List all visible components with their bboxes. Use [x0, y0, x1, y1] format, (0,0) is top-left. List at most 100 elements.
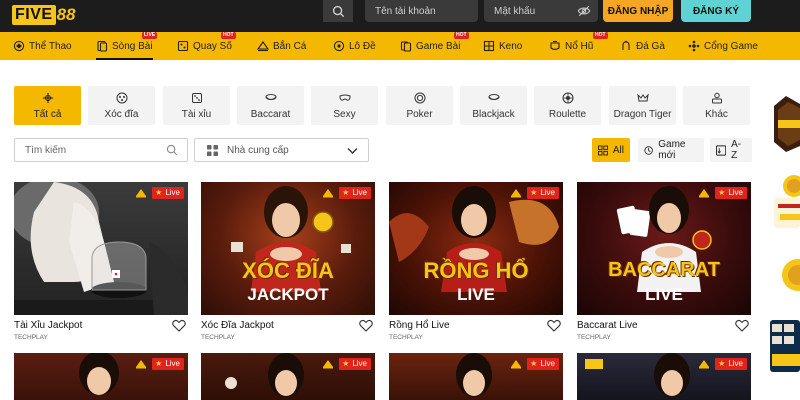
provider-select[interactable]: Nhà cung cấp [194, 138, 369, 162]
site-logo[interactable]: FIVE 88 [12, 3, 75, 27]
eye-slash-icon[interactable] [577, 4, 591, 18]
nav-item-label: Lô Đề [349, 40, 376, 52]
game-card[interactable]: ★ Live [389, 353, 563, 400]
logo-number: 88 [56, 5, 76, 24]
promo-graphic [774, 175, 800, 228]
game-title[interactable]: Baccarat Live [577, 320, 638, 331]
search-icon[interactable] [166, 144, 178, 156]
nav-item-label: Keno [499, 40, 523, 52]
live-badge: ★ Live [152, 187, 184, 199]
game-card[interactable]: XÓC ĐĨA JACKPOT ★ Live Xóc Đĩa Jackpot TE… [201, 182, 375, 342]
bell-icon [699, 360, 710, 369]
hot-tag: HOT [454, 32, 469, 39]
nav-item-number[interactable]: Lô Đề [333, 32, 376, 60]
sport-icon [13, 40, 25, 52]
promo-banner-3[interactable] [768, 255, 800, 295]
game-thumbnail[interactable]: XÓC ĐĨA JACKPOT ★ Live [201, 182, 375, 315]
game-title[interactable]: Xóc Đĩa Jackpot [201, 320, 274, 331]
star-icon: ★ [155, 188, 163, 197]
casino-icon [97, 40, 108, 52]
heart-icon[interactable] [172, 319, 186, 332]
sort-all-button[interactable]: All [592, 138, 630, 162]
nav-item-rooster[interactable]: Đá Gà [620, 32, 665, 60]
gate-icon [688, 40, 700, 52]
promo-graphic [782, 259, 800, 291]
cards-icon [400, 41, 412, 52]
nav-item-lottery[interactable]: Quay Số HOT [177, 32, 236, 60]
thumbnail-subtitle: LIVE [645, 285, 683, 304]
promo-banner-4[interactable] [768, 318, 800, 374]
filter-tab-label: Poker [406, 108, 433, 120]
thumbnail-subtitle: JACKPOT [247, 285, 329, 304]
game-card[interactable]: BACCARAT LIVE ★ Live Baccarat Live TECHPL… [577, 182, 751, 342]
live-badge: ★ Live [715, 187, 747, 199]
filter-tab-blackjack[interactable]: Blackjack [460, 86, 527, 125]
game-title[interactable]: Tài Xỉu Jackpot [14, 320, 82, 331]
heart-icon[interactable] [735, 319, 749, 332]
live-badge: ★ Live [715, 358, 747, 370]
game-provider: TECHPLAY [389, 334, 423, 341]
game-thumbnail[interactable]: BACCARAT LIVE ★ Live [577, 182, 751, 315]
nav-item-gate[interactable]: Cổng Game [688, 32, 758, 60]
sort-new-button[interactable]: Game mới [638, 138, 704, 162]
nav-item-keno[interactable]: Keno [483, 32, 522, 60]
promo-banner-1[interactable] [768, 96, 800, 152]
game-thumbnail[interactable]: ★ Live [14, 182, 188, 315]
login-button[interactable]: ĐĂNG NHẬP [603, 0, 673, 22]
live-tag: LIVE [142, 32, 158, 39]
filter-tab-poker[interactable]: Poker [386, 86, 453, 125]
game-card[interactable]: ★ Live Tài Xỉu Jackpot TECHPLAY [14, 182, 188, 342]
live-badge-group: ★ Live [322, 358, 371, 370]
header-search-button[interactable] [323, 0, 353, 22]
filter-tab-dragon-tiger[interactable]: Dragon Tiger [609, 86, 676, 125]
filter-tab-xoc-dia[interactable]: Xóc đĩa [88, 86, 155, 125]
fish-icon [257, 41, 269, 52]
category-nav: Thể Thao Sòng Bài LIVE Quay Số HOT Bắn C… [0, 32, 800, 60]
game-card[interactable]: RỒNG HỔ LIVE ★ Live Rồng Hổ Live TECHPLAY [389, 182, 563, 342]
baccarat-icon [265, 93, 276, 100]
heart-icon[interactable] [359, 319, 373, 332]
game-provider: TECHPLAY [201, 334, 235, 341]
game-thumbnail[interactable]: ★ Live [577, 353, 751, 400]
dragon-icon [636, 93, 649, 101]
game-search-input[interactable]: Tìm kiếm [14, 138, 188, 162]
nav-item-sport[interactable]: Thể Thao [13, 32, 72, 60]
game-card[interactable]: ★ Live [577, 353, 751, 400]
star-icon: ★ [718, 359, 726, 368]
nav-item-jackpot[interactable]: Nổ Hũ HOT [549, 32, 608, 60]
thumbnail-title: RỒNG HỔ [423, 258, 529, 283]
nav-item-fish[interactable]: Bắn Cá [257, 32, 306, 60]
filter-tab-tai-xiu[interactable]: Tài xỉu [163, 86, 230, 125]
nav-item-casino[interactable]: Sòng Bài LIVE [96, 32, 158, 60]
filter-tab-all[interactable]: Tất cả [14, 86, 81, 125]
bell-icon [323, 360, 334, 369]
game-card[interactable]: ★ Live [201, 353, 375, 400]
live-badge: ★ Live [339, 187, 371, 199]
nav-item-label: Nổ Hũ [565, 40, 594, 52]
sort-az-button[interactable]: A-Z [710, 138, 752, 162]
game-thumbnail[interactable]: ★ Live [201, 353, 375, 400]
game-card[interactable]: ★ Live [14, 353, 188, 400]
dice-icon [191, 92, 202, 103]
mask-icon [338, 94, 351, 101]
nav-item-cards[interactable]: Game Bài HOT [400, 32, 469, 60]
heart-icon[interactable] [547, 319, 561, 332]
jackpot-icon [550, 40, 560, 51]
sort-new-label: Game mới [658, 139, 686, 161]
disc-icon [116, 92, 127, 103]
filter-tab-roulette[interactable]: Roulette [534, 86, 601, 125]
filter-tab-label: Sexy [333, 108, 356, 120]
promo-banner-2[interactable] [768, 174, 800, 232]
promo-graphic [770, 320, 800, 372]
rooster-icon [622, 40, 630, 50]
search-icon [332, 5, 344, 17]
game-thumbnail[interactable]: RỒNG HỔ LIVE ★ Live [389, 182, 563, 315]
game-title[interactable]: Rồng Hổ Live [389, 320, 450, 331]
username-input[interactable] [365, 0, 478, 22]
filter-tab-sexy[interactable]: Sexy [311, 86, 378, 125]
game-thumbnail[interactable]: ★ Live [389, 353, 563, 400]
filter-tab-other[interactable]: Khác [683, 86, 750, 125]
filter-tab-baccarat[interactable]: Baccarat [237, 86, 304, 125]
register-button[interactable]: ĐĂNG KÝ [681, 0, 751, 22]
game-thumbnail[interactable]: ★ Live [14, 353, 188, 400]
